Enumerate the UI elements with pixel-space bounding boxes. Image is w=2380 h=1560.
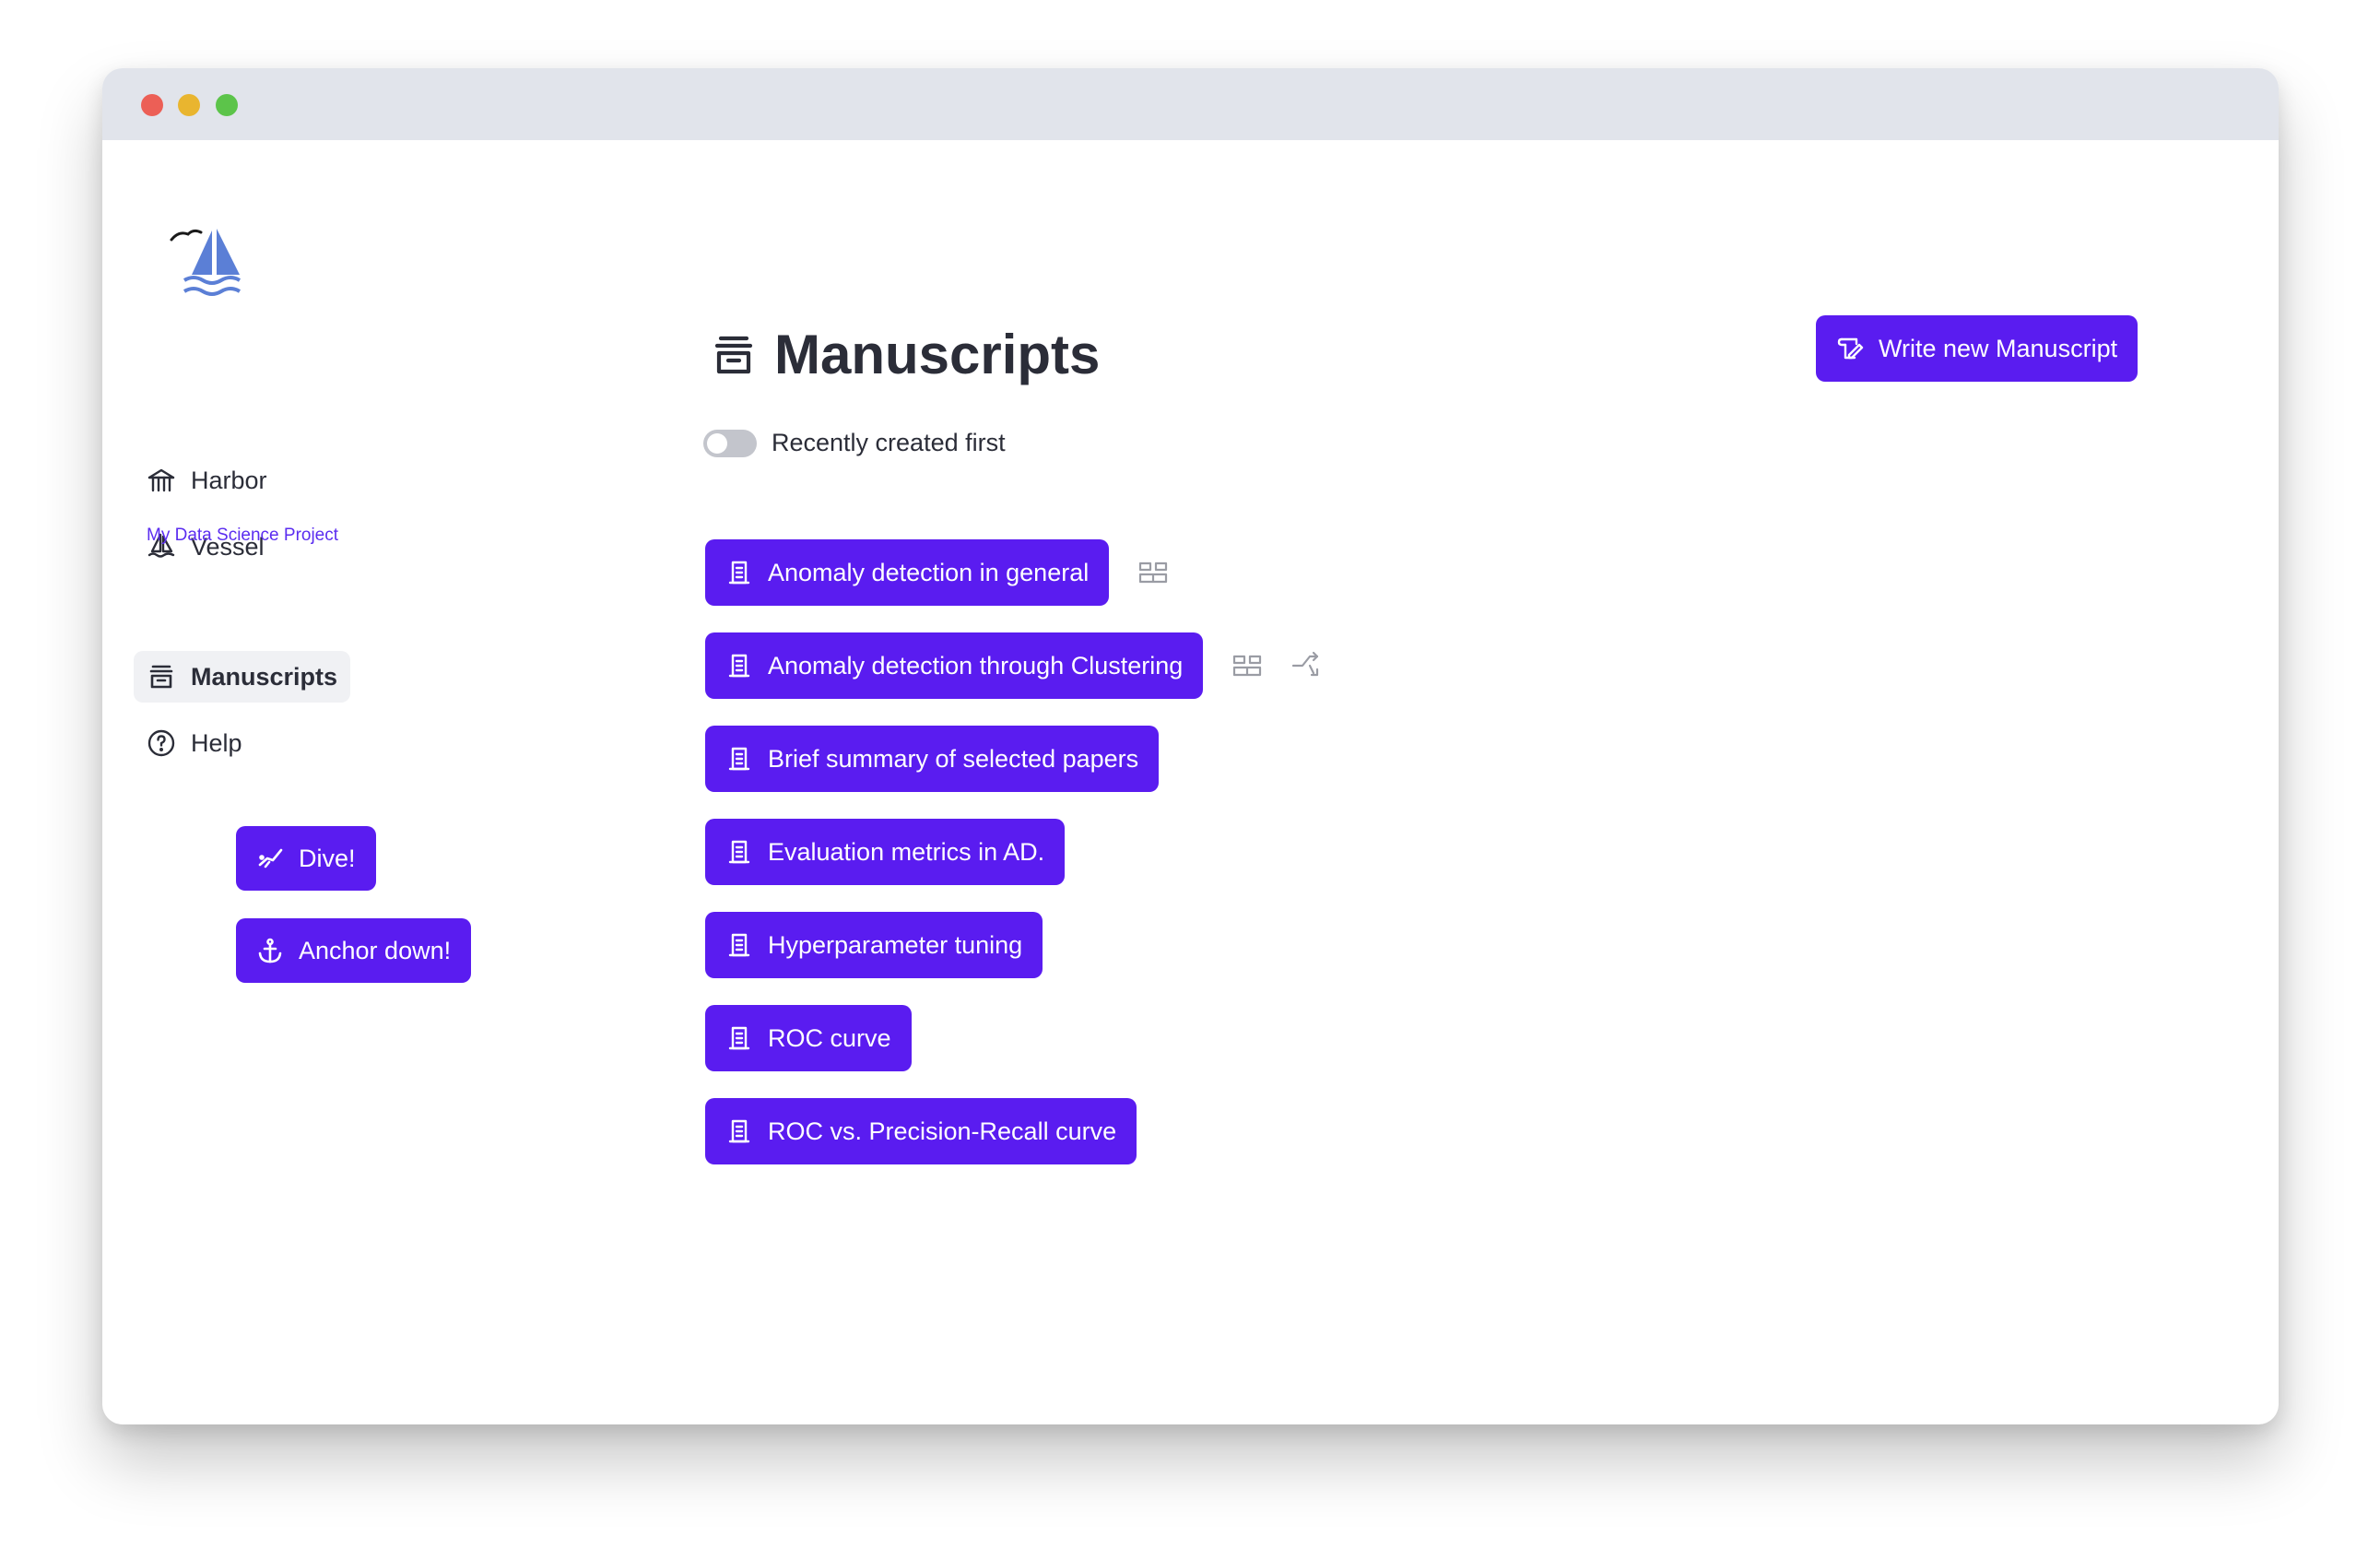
manuscript-label: Brief summary of selected papers [768, 744, 1139, 773]
document-icon [725, 745, 753, 773]
anchor-down-label: Anchor down! [299, 936, 452, 964]
sidebar-item-label: Manuscripts [191, 662, 338, 691]
page-title: Manuscripts [710, 323, 1100, 386]
harbor-icon [147, 466, 176, 495]
sidebar-item-help[interactable]: Help [134, 717, 255, 769]
app-window [102, 68, 2279, 1424]
manuscript-button[interactable]: ROC curve [705, 1005, 912, 1071]
document-icon [725, 559, 753, 586]
manuscript-label: ROC vs. Precision-Recall curve [768, 1117, 1117, 1145]
sidebar-item-harbor[interactable]: Harbor [134, 455, 280, 506]
write-new-manuscript-label: Write new Manuscript [1879, 334, 2118, 362]
minimize-window-button[interactable] [178, 94, 200, 116]
sidebar-item-label: Help [191, 728, 242, 757]
sidebar-item-label: Harbor [191, 466, 267, 494]
manuscript-row: Anomaly detection through Clustering [705, 632, 1325, 699]
layout-icon[interactable] [1229, 647, 1266, 684]
manuscript-button[interactable]: ROC vs. Precision-Recall curve [705, 1098, 1137, 1164]
archive-icon [710, 331, 758, 379]
project-name-label: My Data Science Project [147, 526, 339, 545]
close-window-button[interactable] [141, 94, 163, 116]
manuscript-button[interactable]: Brief summary of selected papers [705, 726, 1160, 792]
manuscript-label: Anomaly detection through Clustering [768, 651, 1184, 680]
shuffle-icon[interactable] [1288, 647, 1325, 684]
manuscript-row: Anomaly detection in general [705, 539, 1172, 606]
dive-button[interactable]: Dive! [236, 826, 376, 891]
document-icon [725, 1117, 753, 1145]
document-icon [725, 1024, 753, 1052]
manuscript-row: Hyperparameter tuning [705, 912, 1043, 978]
manuscript-row: ROC vs. Precision-Recall curve [705, 1098, 1137, 1164]
manuscript-row: Evaluation metrics in AD. [705, 819, 1066, 885]
title-bar [102, 68, 2279, 140]
manuscript-label: Evaluation metrics in AD. [768, 837, 1045, 866]
manuscript-button[interactable]: Anomaly detection through Clustering [705, 632, 1204, 699]
anchor-down-button[interactable]: Anchor down! [236, 918, 472, 983]
pen-scroll-icon [1836, 335, 1864, 362]
sailboat-logo-icon[interactable] [166, 221, 258, 304]
manuscript-label: Anomaly detection in general [768, 558, 1090, 586]
maximize-window-button[interactable] [216, 94, 238, 116]
help-circle-icon [147, 728, 176, 758]
archive-icon [147, 662, 176, 691]
write-new-manuscript-button[interactable]: Write new Manuscript [1816, 315, 2138, 382]
manuscript-label: Hyperparameter tuning [768, 930, 1023, 959]
recently-created-toggle[interactable] [703, 429, 757, 457]
manuscript-button[interactable]: Anomaly detection in general [705, 539, 1110, 606]
document-icon [725, 838, 753, 866]
sort-toggle-row: Recently created first [703, 429, 1006, 457]
sidebar-item-manuscripts[interactable]: Manuscripts [134, 651, 351, 703]
page-title-text: Manuscripts [774, 324, 1101, 385]
manuscript-button[interactable]: Hyperparameter tuning [705, 912, 1043, 978]
manuscript-button[interactable]: Evaluation metrics in AD. [705, 819, 1066, 885]
toggle-label: Recently created first [772, 429, 1006, 456]
manuscript-row: ROC curve [705, 1005, 912, 1071]
document-icon [725, 652, 753, 680]
document-icon [725, 931, 753, 959]
anchor-icon [256, 937, 284, 964]
manuscript-label: ROC curve [768, 1023, 891, 1052]
dive-label: Dive! [299, 844, 356, 872]
layout-icon[interactable] [1135, 554, 1172, 591]
diver-icon [256, 845, 284, 872]
manuscript-row: Brief summary of selected papers [705, 726, 1160, 792]
